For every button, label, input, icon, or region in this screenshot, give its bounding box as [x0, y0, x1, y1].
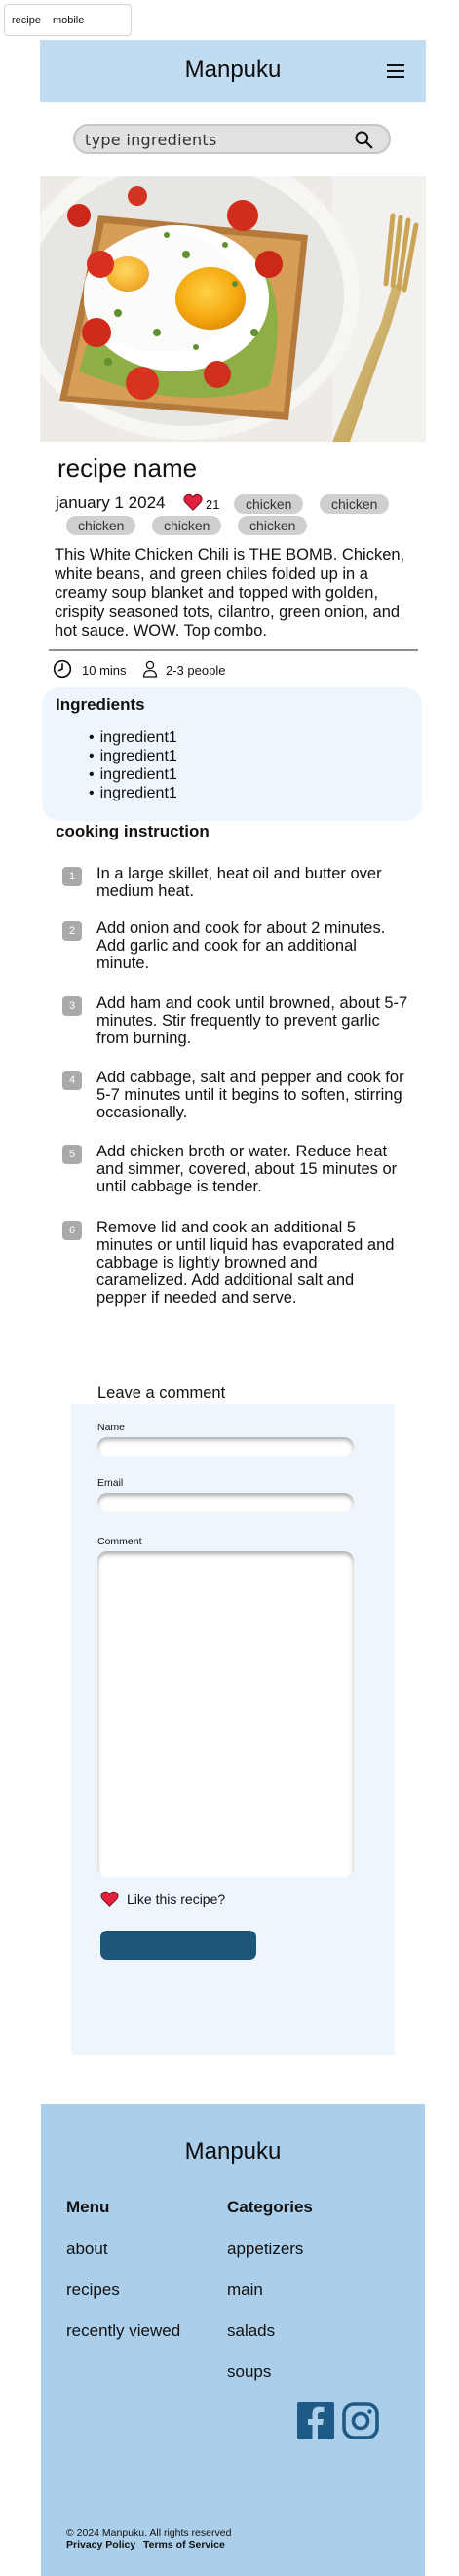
- footer-categories-title: Categories: [227, 2198, 313, 2216]
- privacy-policy-link[interactable]: Privacy Policy: [66, 2539, 135, 2551]
- step-text: Add chicken broth or water. Reduce heat …: [96, 1143, 398, 1195]
- tab-label-mobile: mobile: [52, 14, 85, 26]
- comment-form: Name Email Comment Like this recipe?: [71, 1404, 395, 2055]
- tag-chip[interactable]: chicken: [66, 516, 136, 535]
- ingredients-list: ingredient1 ingredient1 ingredient1 ingr…: [89, 728, 177, 802]
- person-icon: [142, 660, 158, 678]
- search-bar: [73, 124, 391, 154]
- site-footer: Manpuku Menu about recipes recently view…: [41, 2104, 425, 2576]
- search-icon[interactable]: [354, 130, 373, 149]
- step-number: 6: [62, 1221, 82, 1240]
- comment-title: Leave a comment: [97, 1385, 226, 1402]
- step-number: 2: [62, 921, 82, 941]
- step-text: Add onion and cook for about 2 minutes. …: [96, 919, 386, 972]
- ingredient-item: ingredient1: [89, 728, 177, 747]
- divider: [49, 649, 418, 651]
- email-field[interactable]: [97, 1493, 354, 1512]
- like-recipe-label: Like this recipe?: [127, 1892, 226, 1907]
- footer-category-main[interactable]: main: [227, 2281, 263, 2300]
- ingredient-item: ingredient1: [89, 765, 177, 784]
- comment-textarea[interactable]: [97, 1551, 354, 1878]
- instagram-icon[interactable]: [342, 2402, 379, 2439]
- header-brand[interactable]: Manpuku: [40, 57, 426, 84]
- like-count: 21: [206, 497, 220, 512]
- servings: 2-3 people: [166, 663, 226, 678]
- footer-menu-title: Menu: [66, 2198, 110, 2216]
- clock-icon: [53, 659, 72, 679]
- name-field[interactable]: [97, 1437, 354, 1457]
- step-number: 3: [62, 996, 82, 1016]
- footer-link-about[interactable]: about: [66, 2240, 108, 2259]
- recipe-meta: january 1 2024 21 chicken chicken chicke…: [56, 491, 426, 538]
- step-text: Add cabbage, salt and pepper and cook fo…: [96, 1069, 404, 1121]
- tag-chip[interactable]: chicken: [152, 516, 222, 535]
- recipe-stats: 10 mins 2-3 people: [53, 658, 345, 682]
- ingredient-item: ingredient1: [89, 784, 177, 802]
- footer-copyright: © 2024 Manpuku. All rights reserved: [66, 2527, 232, 2539]
- tag-chip[interactable]: chicken: [234, 494, 304, 514]
- footer-brand[interactable]: Manpuku: [41, 2138, 425, 2166]
- heart-icon[interactable]: [100, 1891, 119, 1907]
- comment-label: Comment: [97, 1536, 142, 1547]
- recipe-description: This White Chicken Chili is THE BOMB. Ch…: [55, 546, 405, 640]
- footer-category-salads[interactable]: salads: [227, 2322, 275, 2341]
- terms-of-service-link[interactable]: Terms of Service: [143, 2539, 225, 2551]
- recipe-date: january 1 2024: [56, 493, 166, 512]
- step-number: 5: [62, 1145, 82, 1164]
- step-text: Add ham and cook until browned, about 5-…: [96, 995, 408, 1047]
- recipe-hero-image: [40, 176, 426, 442]
- tab-label-recipe: recipe: [12, 14, 41, 26]
- heart-icon[interactable]: [183, 493, 203, 511]
- ingredients-panel: Ingredients ingredient1 ingredient1 ingr…: [42, 687, 422, 821]
- footer-category-soups[interactable]: soups: [227, 2362, 271, 2382]
- tag-chip[interactable]: chicken: [238, 516, 308, 535]
- facebook-icon[interactable]: [297, 2402, 334, 2439]
- instructions-title: cooking instruction: [56, 822, 210, 840]
- step-number: 1: [62, 867, 82, 886]
- like-recipe-toggle[interactable]: Like this recipe?: [100, 1890, 295, 1909]
- recipe-title: recipe name: [57, 453, 198, 483]
- name-label: Name: [97, 1422, 126, 1433]
- footer-category-appetizers[interactable]: appetizers: [227, 2240, 303, 2259]
- ingredient-item: ingredient1: [89, 747, 177, 765]
- hamburger-menu-icon[interactable]: [387, 64, 404, 78]
- tag-chip[interactable]: chicken: [320, 494, 390, 514]
- email-label: Email: [97, 1477, 124, 1489]
- step-number: 4: [62, 1071, 82, 1090]
- step-text: In a large skillet, heat oil and butter …: [96, 865, 382, 900]
- submit-comment-button[interactable]: [100, 1931, 256, 1960]
- site-header: Manpuku: [40, 40, 426, 102]
- step-text: Remove lid and cook an additional 5 minu…: [96, 1219, 395, 1307]
- search-input[interactable]: [85, 130, 338, 149]
- browser-tab[interactable]: recipe mobile: [4, 4, 132, 36]
- ingredients-title: Ingredients: [56, 695, 145, 714]
- footer-link-recipes[interactable]: recipes: [66, 2281, 120, 2300]
- footer-link-recently-viewed[interactable]: recently viewed: [66, 2322, 180, 2341]
- cook-time: 10 mins: [82, 663, 127, 678]
